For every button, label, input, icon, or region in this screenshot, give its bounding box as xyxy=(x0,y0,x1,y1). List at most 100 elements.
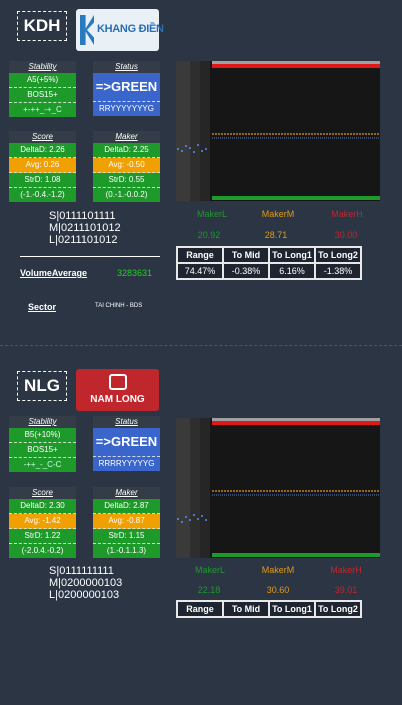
chart-canvas xyxy=(176,61,380,201)
status-box: Status =>GREEN RRRRYYYYYG xyxy=(93,416,160,471)
score-box: Score DeltaD: 2.26 Avg: 0.26 StrD: 1.08 … xyxy=(9,131,76,202)
maker-box: Maker DeltaD: 2.87 Avg: -0.87 StrD: 1.15… xyxy=(93,487,160,558)
history-band xyxy=(200,61,210,201)
history-band xyxy=(176,418,190,558)
status-box: Status =>GREEN RRYYYYYYYG xyxy=(93,61,160,116)
price-point xyxy=(189,147,191,149)
score-delta: DeltaD: 2.26 xyxy=(9,143,76,158)
logo-text: KHANG ĐIỀN xyxy=(97,23,164,35)
maker-h-value: 30.00 xyxy=(334,230,358,240)
sml-s: S|0111101111 xyxy=(49,210,116,222)
maker-h-label: MakerH xyxy=(330,565,362,575)
stability-title: Stability xyxy=(9,61,76,73)
price-point xyxy=(185,516,187,518)
ticker-label: KDH xyxy=(17,11,67,41)
maker-m-label: MakerM xyxy=(261,209,295,219)
maker-range: (0.-1.-0.0.2) xyxy=(93,188,160,202)
to-long2-header: To Long2 xyxy=(314,246,362,264)
status-signal: =>GREEN xyxy=(93,428,160,457)
to-mid-header: To Mid xyxy=(222,246,270,264)
maker-box: Maker DeltaD: 2.25 Avg: -0.50 StrD: 0.55… xyxy=(93,131,160,202)
sml-l: L|0200000103 xyxy=(49,589,120,601)
range-header: Range xyxy=(176,600,224,618)
sml-m: M|0200000103 xyxy=(49,577,123,589)
price-point xyxy=(181,521,183,523)
to-long1-header: To Long1 xyxy=(268,246,316,264)
price-point xyxy=(205,519,207,521)
price-point xyxy=(197,144,199,146)
maker-high-line xyxy=(212,64,380,68)
score-title: Score xyxy=(9,487,76,499)
price-point xyxy=(201,150,203,152)
volume-label: VolumeAverage xyxy=(20,268,88,278)
card-divider xyxy=(0,345,402,347)
company-logo: KHANG ĐIỀN xyxy=(76,9,164,51)
price-point xyxy=(193,151,195,153)
stability-box: Stability A5(+5%) BOS15+ +-++_-+_C xyxy=(9,61,76,117)
maker-high-line xyxy=(212,421,380,425)
score-delta: DeltaD: 2.30 xyxy=(9,499,76,514)
price-chart xyxy=(176,418,380,558)
to-long2-header: To Long2 xyxy=(314,600,362,618)
sml-m: M|0211101012 xyxy=(49,222,121,234)
stability-bos: BOS15+ xyxy=(9,443,76,458)
maker-l-value: 22.18 xyxy=(197,585,221,595)
history-band xyxy=(176,61,190,201)
status-title: Status xyxy=(93,416,160,428)
stability-title: Stability xyxy=(9,416,76,428)
stability-bos: BOS15+ xyxy=(9,88,76,103)
price-point xyxy=(189,519,191,521)
divider xyxy=(20,256,160,257)
stability-box: Stability B5(+10%) BOS15+ -++_-_C-C xyxy=(9,416,76,472)
maker-h-label: MakerH xyxy=(331,209,363,219)
score-std: StrD: 1.22 xyxy=(9,529,76,544)
maker-l-value: 20.92 xyxy=(197,230,221,240)
score-avg: Avg: -1.42 xyxy=(9,514,76,529)
sector-value: TAI CHINH - BDS xyxy=(95,303,143,309)
price-point xyxy=(201,515,203,517)
maker-std: StrD: 1.15 xyxy=(93,529,160,544)
maker-m-label: MakerM xyxy=(261,565,295,575)
maker-avg: Avg: -0.50 xyxy=(93,158,160,173)
maker-l-label: MakerL xyxy=(194,565,225,575)
sml-l: L|0211101012 xyxy=(49,234,118,246)
to-mid-header: To Mid xyxy=(222,600,270,618)
stability-grade: A5(+5%) xyxy=(9,73,76,88)
maker-m-value: 28.71 xyxy=(264,230,288,240)
status-signal: =>GREEN xyxy=(93,73,160,102)
score-avg: Avg: 0.26 xyxy=(9,158,76,173)
maker-low-line xyxy=(212,553,380,557)
price-chart xyxy=(176,61,380,201)
status-title: Status xyxy=(93,61,160,73)
maker-avg: Avg: -0.87 xyxy=(93,514,160,529)
sector-label: Sector xyxy=(28,302,57,312)
ticker-label: NLG xyxy=(17,371,67,401)
ceiling-line xyxy=(212,61,380,64)
score-range: (-1.-0.4.-1.2) xyxy=(9,188,76,202)
range-header: Range xyxy=(176,246,224,264)
company-logo: NAM LONG xyxy=(76,369,159,411)
price-point xyxy=(177,148,179,150)
maker-delta: DeltaD: 2.25 xyxy=(93,143,160,158)
score-box: Score DeltaD: 2.30 Avg: -1.42 StrD: 1.22… xyxy=(9,487,76,558)
price-point xyxy=(197,518,199,520)
stability-trend: -++_-_C-C xyxy=(23,460,62,469)
to-long1-header: To Long1 xyxy=(268,600,316,618)
metrics-table: Range To Mid To Long1 To Long2 74.47% -0… xyxy=(176,246,362,280)
maker-h-value: 39.01 xyxy=(334,585,358,595)
maker-title: Maker xyxy=(93,131,160,143)
history-band xyxy=(190,61,200,201)
volume-value: 3283631 xyxy=(117,268,153,278)
score-title: Score xyxy=(9,131,76,143)
history-band xyxy=(200,418,210,558)
price-point xyxy=(205,148,207,150)
to-mid-value: -0.38% xyxy=(222,262,270,280)
maker-range: (1.-0.1.1.3) xyxy=(93,544,160,558)
price-point xyxy=(185,145,187,147)
score-std: StrD: 1.08 xyxy=(9,173,76,188)
stock-card-nlg: NLG NAM LONG Stability B5(+10%) BOS15+ -… xyxy=(0,360,402,705)
logo-mark-icon xyxy=(109,374,127,390)
stability-trend: +-++_-+_C xyxy=(23,105,62,114)
stability-grade: B5(+10%) xyxy=(9,428,76,443)
range-value: 74.47% xyxy=(176,262,224,280)
